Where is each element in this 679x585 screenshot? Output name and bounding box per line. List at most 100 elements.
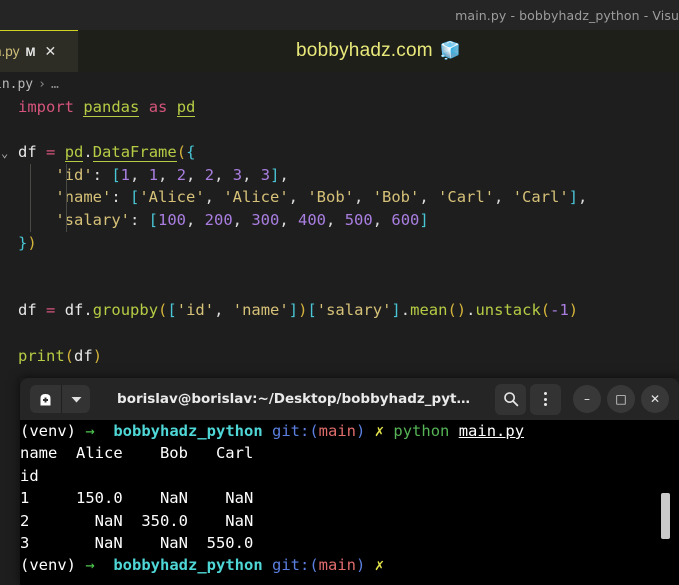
code-token: , (419, 188, 439, 207)
code-token: ) (92, 346, 103, 365)
code-token: = (46, 143, 56, 162)
terminal-segment (263, 556, 272, 574)
code-token: 'id' (176, 301, 215, 320)
maximize-button[interactable]: □ (607, 385, 635, 413)
code-token: , (158, 165, 177, 184)
line-close-brace[interactable]: }) (0, 232, 679, 255)
terminal-segment: ) (356, 556, 366, 575)
line-blank-4[interactable] (0, 322, 679, 345)
chevron-right-icon: › (38, 76, 46, 92)
code-token: [ (307, 301, 317, 320)
code-token: 'Carl' (438, 188, 495, 207)
terminal-titlebar: borislav@borislav:~/Desktop/bobbyhadz_py… (20, 378, 679, 420)
breadcrumb-file[interactable]: in.py (0, 77, 33, 92)
terminal-segment: bobbyhadz_python (113, 422, 263, 440)
code-token: as (148, 98, 168, 116)
line-blank-1[interactable] (0, 119, 679, 142)
code-token: DataFrame (92, 143, 177, 163)
chevron-down-icon[interactable] (62, 385, 90, 413)
indent-guide (66, 163, 67, 187)
breadcrumb[interactable]: in.py › … (0, 72, 679, 96)
code-token: : (129, 210, 149, 229)
code-token: 1 (120, 165, 131, 184)
code-token: ( (64, 346, 75, 365)
code-token: 400 (298, 210, 327, 229)
bobbyhadz-banner: bobbyhadz.com 🧊 (78, 30, 679, 72)
line-print[interactable]: print(df) (0, 345, 679, 368)
code-token: , (130, 165, 149, 184)
code-token: df (18, 301, 37, 320)
code-token: print (18, 346, 65, 365)
close-button[interactable]: ✕ (641, 385, 669, 413)
menu-dot (544, 397, 547, 401)
maximize-icon: □ (615, 392, 627, 406)
code-token: 'name' (232, 301, 289, 320)
ice-cube-icon: 🧊 (439, 40, 461, 61)
code-token: , (326, 210, 345, 229)
code-token: 'id' (55, 165, 93, 184)
code-token: , (494, 188, 513, 207)
code-token: = (46, 301, 56, 320)
line-blank-2[interactable] (0, 254, 679, 277)
line-name[interactable]: 'name': ['Alice', 'Alice', 'Bob', 'Bob',… (0, 186, 679, 209)
code-token: 'Bob' (372, 188, 420, 207)
code-token: : (111, 188, 130, 207)
code-token: , (354, 188, 373, 207)
tab-modified-badge: M (25, 44, 36, 59)
breadcrumb-ellipsis[interactable]: … (51, 77, 59, 92)
terminal-segment: 1 150.0 NaN NaN (20, 489, 254, 508)
tab-main-py[interactable]: n.py M ✕ (0, 30, 78, 72)
code-token: , (242, 165, 261, 184)
minimize-button[interactable]: – (573, 385, 601, 413)
line-id[interactable]: 'id': [1, 1, 2, 2, 3, 3], (0, 163, 679, 187)
line-blank-3[interactable] (0, 277, 679, 300)
code-token: , (372, 210, 392, 229)
code-token: ] (288, 301, 299, 320)
menu-dot (544, 392, 547, 395)
vscode-window: main.py - bobbyhadz_python - Visu n.py M… (0, 0, 679, 585)
code-token: . (400, 301, 411, 320)
code-token: unstack (475, 301, 541, 320)
indent-guide (66, 208, 67, 232)
line-import[interactable]: import pandas as pd (0, 96, 679, 119)
terminal-segment: main.py (458, 422, 525, 440)
code-token: 1 (148, 165, 159, 184)
code-token: , (214, 301, 233, 320)
terminal-segment: → (85, 556, 95, 575)
terminal-output[interactable]: (venv) → bobbyhadz_python git:(main) ✗ p… (20, 420, 679, 585)
menu-dot (544, 403, 547, 406)
fold-chevron-down-icon[interactable]: ⌄ (1, 142, 15, 165)
code-token: { (186, 143, 196, 162)
code-token: , (279, 165, 289, 184)
terminal-segment: main (318, 422, 356, 440)
terminal-scrollbar[interactable] (661, 493, 670, 539)
window-title: main.py - bobbyhadz_python - Visu (455, 7, 679, 23)
code-token: () (447, 301, 467, 320)
banner-label: bobbyhadz.com (296, 40, 433, 61)
terminal-segment (365, 422, 374, 440)
close-icon[interactable]: ✕ (45, 45, 57, 59)
code-token: . (83, 301, 93, 320)
terminal-icon[interactable] (30, 385, 61, 413)
term-out-index: id (20, 465, 679, 487)
code-token: 600 (391, 210, 420, 229)
line-salary[interactable]: 'salary': [100, 200, 300, 400, 500, 600] (0, 208, 679, 232)
terminal-icon-group (30, 385, 90, 413)
search-icon[interactable] (495, 383, 526, 415)
terminal-segment: 2 NaN 350.0 NaN (20, 511, 254, 530)
overflow-menu-icon[interactable] (530, 383, 561, 415)
indent-guide (66, 186, 67, 209)
line-df-assign[interactable]: ⌄ df = pd.DataFrame({ (0, 141, 679, 164)
terminal-segment (95, 422, 114, 440)
terminal-title: borislav@borislav:~/Desktop/bobbyhadz_py… (117, 391, 470, 407)
code-token: pandas (83, 98, 140, 117)
terminal-segment: ✗ (374, 422, 385, 440)
code-token: groupby (92, 301, 159, 320)
line-groupby[interactable]: df = df.groupby(['id', 'name'])['salary'… (0, 299, 679, 322)
minimize-icon: – (584, 392, 590, 406)
code-token: [ (111, 165, 121, 184)
term-out-row-2: 2 NaN 350.0 NaN (20, 510, 679, 532)
code-token: ] (419, 210, 429, 229)
terminal-segment: git:( (272, 556, 319, 575)
